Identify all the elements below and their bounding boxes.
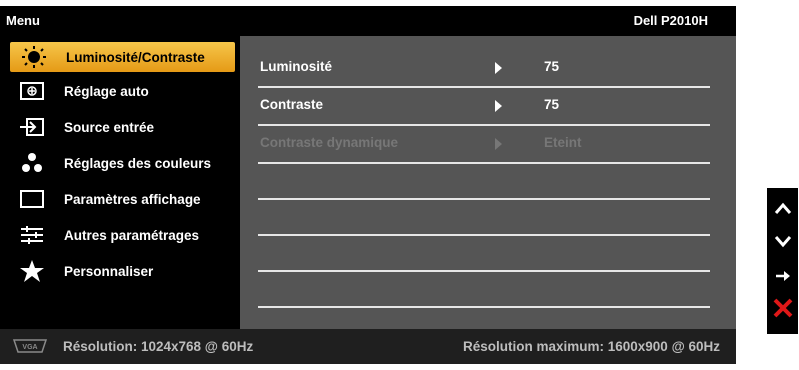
sidebar-item-label: Réglage auto [64, 83, 149, 99]
sidebar-item-other-settings[interactable]: Autres paramétrages [8, 218, 240, 252]
sidebar-item-auto-adjust[interactable]: Réglage auto [8, 74, 240, 108]
model-name: Dell P2010H [633, 13, 708, 28]
osd-window: Menu Dell P2010H Luminosité/Contraste Ré… [0, 6, 736, 364]
sidebar-item-color-settings[interactable]: Réglages des couleurs [8, 146, 240, 180]
dynamic-contrast-row: Contraste dynamique Eteint [258, 126, 710, 164]
sidebar-item-label: Source entrée [64, 119, 155, 135]
right-arrow-icon [774, 269, 792, 288]
empty-row [258, 270, 710, 308]
contrast-row[interactable]: Contraste 75 [258, 88, 710, 126]
max-resolution-text: Résolution maximum: 1600x900 @ 60Hz [462, 339, 720, 354]
row-value: Eteint [544, 135, 582, 150]
sidebar: Luminosité/Contraste Réglage auto Source… [0, 36, 240, 329]
row-value: 75 [544, 59, 560, 74]
row-arrow-icon [495, 100, 502, 112]
vga-connector-icon: VGA [10, 339, 50, 353]
up-button[interactable] [767, 194, 798, 226]
osd-button-strip [767, 188, 798, 334]
exit-x-icon [772, 297, 794, 324]
exit-button[interactable] [767, 294, 798, 326]
settings-panel: Luminosité 75 Contraste 75 Contraste dyn… [240, 36, 736, 329]
brightness-row[interactable]: Luminosité 75 [258, 50, 710, 88]
status-bar: VGA Résolution: 1024x768 @ 60Hz Résoluti… [0, 329, 736, 364]
sidebar-item-label: Paramètres affichage [64, 191, 201, 207]
down-button[interactable] [767, 228, 798, 260]
down-arrow-icon [774, 235, 792, 254]
sidebar-item-label: Réglages des couleurs [64, 155, 212, 171]
sidebar-item-label: Luminosité/Contraste [66, 49, 205, 65]
sun-icon [14, 44, 54, 70]
header-bar: Menu Dell P2010H [0, 6, 736, 36]
enter-button[interactable] [767, 262, 798, 294]
row-value: 75 [544, 97, 560, 112]
sidebar-item-label: Personnaliser [64, 263, 154, 279]
up-arrow-icon [774, 201, 792, 220]
resolution-text: Résolution: 1024x768 @ 60Hz [63, 339, 254, 354]
display-rectangle-icon [12, 186, 52, 212]
input-source-icon [12, 114, 52, 140]
auto-adjust-icon [12, 78, 52, 104]
sidebar-item-brightness-contrast[interactable]: Luminosité/Contraste [10, 42, 235, 72]
row-arrow-icon [495, 62, 502, 74]
color-dots-icon [12, 150, 52, 176]
settings-sliders-icon [12, 222, 52, 248]
sidebar-item-label: Autres paramétrages [64, 227, 200, 243]
row-label: Contraste [260, 97, 324, 112]
star-icon [12, 258, 52, 284]
row-label: Luminosité [260, 59, 333, 74]
menu-title: Menu [6, 13, 40, 28]
empty-row [258, 162, 710, 200]
sidebar-item-personalize[interactable]: Personnaliser [8, 254, 240, 288]
sidebar-item-display-settings[interactable]: Paramètres affichage [8, 182, 240, 216]
sidebar-item-input-source[interactable]: Source entrée [8, 110, 240, 144]
row-arrow-icon [495, 138, 502, 150]
row-label: Contraste dynamique [260, 135, 399, 150]
empty-row [258, 234, 710, 272]
empty-row [258, 198, 710, 236]
svg-text:VGA: VGA [22, 344, 37, 351]
